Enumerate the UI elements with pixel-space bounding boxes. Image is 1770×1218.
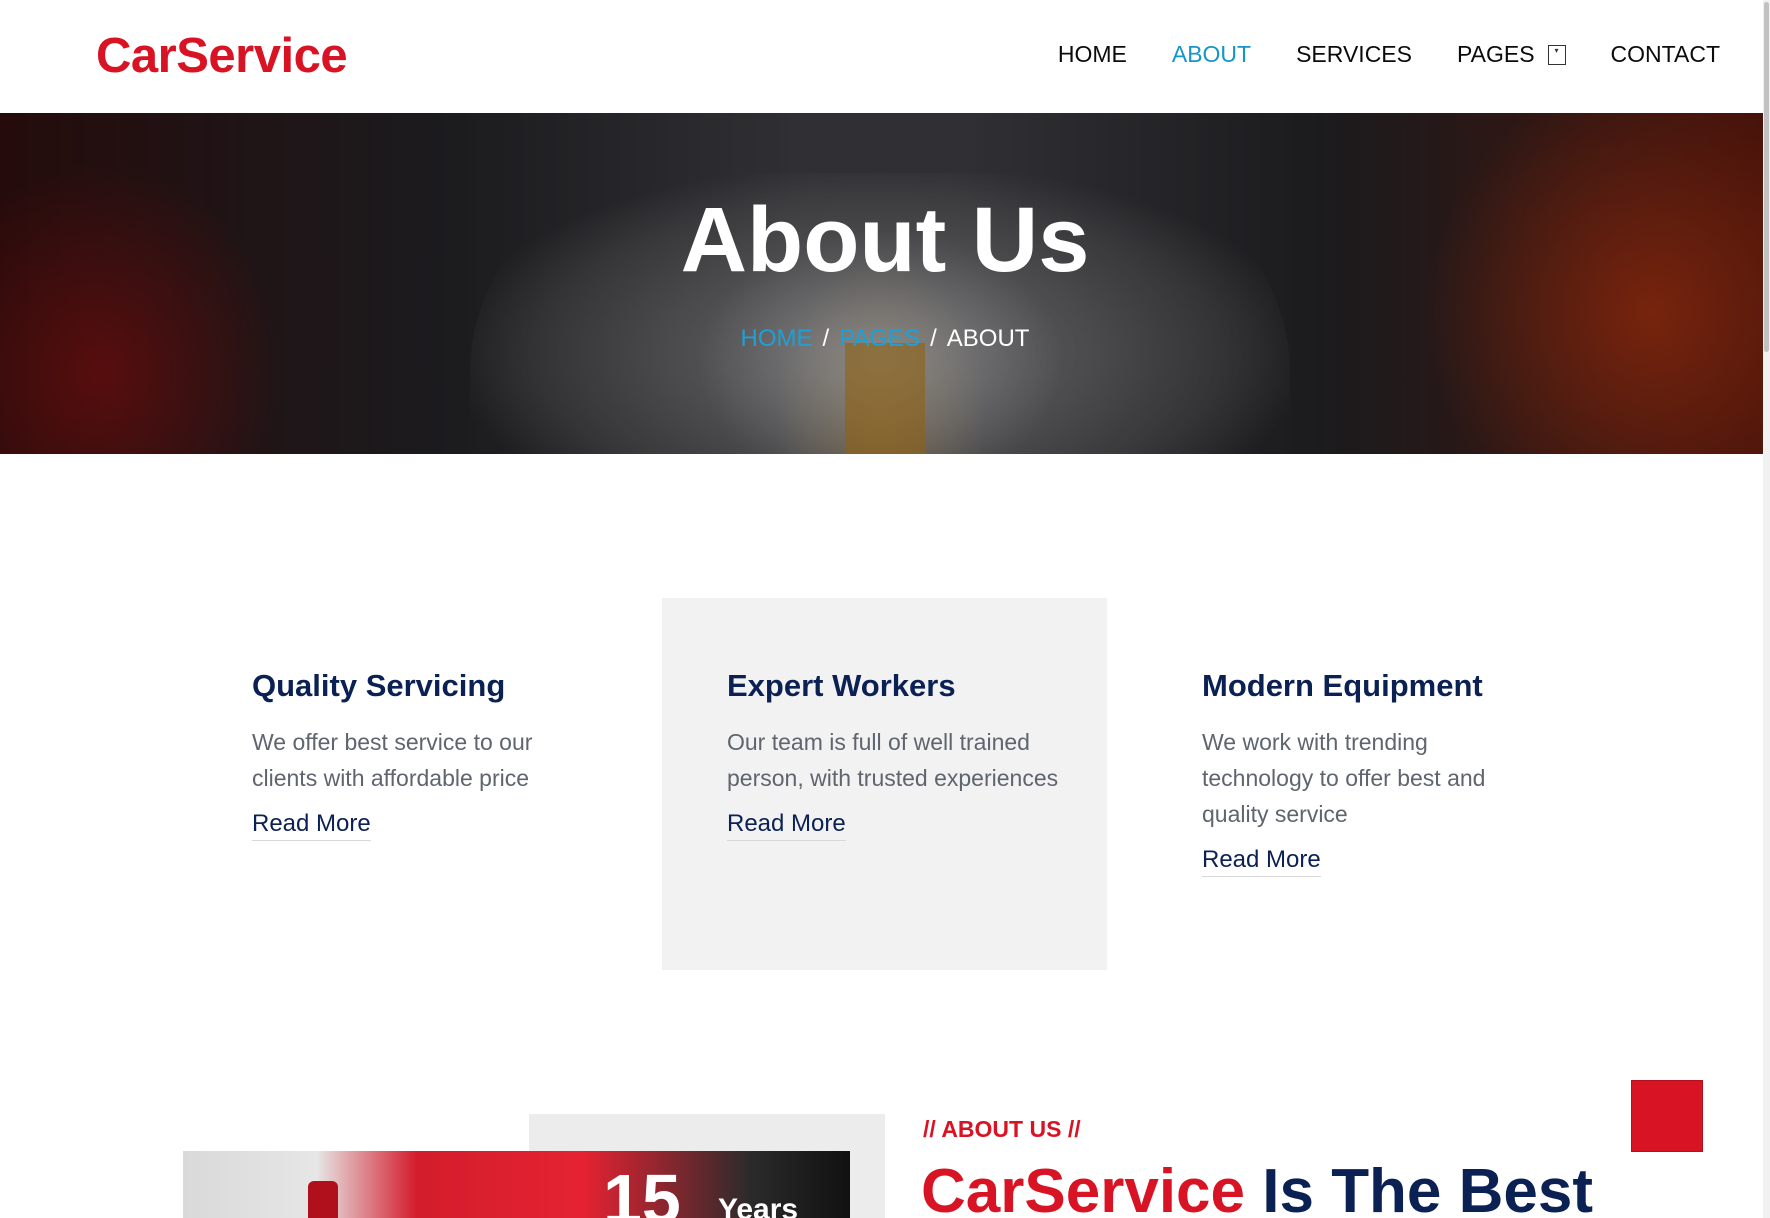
brand-logo[interactable]: CarService — [96, 28, 348, 84]
feature-title: Modern Equipment — [1202, 668, 1483, 703]
breadcrumb: HOME / PAGES / ABOUT — [0, 325, 1763, 353]
feature-text: Our team is full of well trained person,… — [727, 729, 1059, 791]
main-nav: HOME ABOUT SERVICES PAGES ▾ CONTACT — [1013, 41, 1720, 68]
scrollbar-thumb[interactable] — [1764, 2, 1769, 352]
breadcrumb-separator: / — [822, 325, 830, 352]
breadcrumb-pages[interactable]: PAGES — [839, 325, 920, 352]
feature-text: We work with trending technology to offe… — [1202, 729, 1486, 827]
breadcrumb-home[interactable]: HOME — [741, 325, 813, 352]
nav-item-home[interactable]: HOME — [1058, 41, 1127, 68]
nav-item-contact[interactable]: CONTACT — [1611, 41, 1720, 68]
scrollbar[interactable] — [1763, 0, 1770, 1218]
about-heading-brand: CarService — [921, 1157, 1246, 1218]
breadcrumb-current: ABOUT — [946, 325, 1030, 352]
about-image: 15 Years — [183, 1151, 850, 1218]
feature-quality-servicing: Quality Servicing We offer best service … — [252, 668, 592, 841]
breadcrumb-separator: / — [930, 325, 937, 352]
read-more-link[interactable]: Read More — [1202, 846, 1321, 877]
nav-item-services[interactable]: SERVICES — [1296, 41, 1412, 68]
section-kicker: // ABOUT US // — [923, 1116, 1081, 1142]
page-header-hero: About Us HOME / PAGES / ABOUT — [0, 113, 1763, 454]
feature-title: Quality Servicing — [252, 668, 506, 703]
features-section: Quality Servicing We offer best service … — [0, 454, 1770, 984]
about-heading: CarService Is The Best — [921, 1156, 1593, 1218]
read-more-link[interactable]: Read More — [252, 810, 371, 841]
nav-item-pages-label: PAGES — [1457, 41, 1535, 67]
navbar: CarService HOME ABOUT SERVICES PAGES ▾ C… — [0, 0, 1770, 113]
about-image-detail — [308, 1181, 338, 1218]
experience-years-number: 15 — [603, 1160, 681, 1218]
back-to-top-button[interactable] — [1631, 1080, 1703, 1152]
chevron-down-icon: ▾ — [1547, 44, 1566, 65]
feature-title: Expert Workers — [727, 668, 956, 703]
experience-years-label: Years — [718, 1193, 799, 1218]
feature-expert-workers: Expert Workers Our team is full of well … — [727, 668, 1067, 841]
feature-modern-equipment: Modern Equipment We work with trending t… — [1202, 668, 1542, 877]
about-heading-rest: Is The Best — [1245, 1157, 1594, 1218]
feature-text: We offer best service to our clients wit… — [252, 729, 533, 791]
nav-item-pages[interactable]: PAGES ▾ — [1457, 41, 1566, 68]
nav-item-about[interactable]: ABOUT — [1172, 41, 1251, 68]
read-more-link[interactable]: Read More — [727, 810, 846, 841]
page-title: About Us — [680, 189, 1090, 291]
